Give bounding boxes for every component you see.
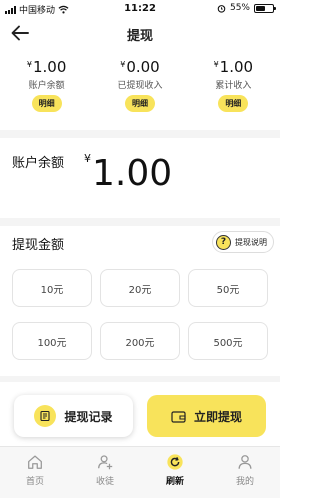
withdraw-amount-heading: 提现金额 — [12, 238, 65, 253]
stat-amount: 0.00 — [126, 58, 160, 76]
stat-total-income: ¥1.00 累计收入 明细 — [187, 55, 280, 112]
question-icon: ? — [216, 234, 231, 250]
battery-percent: 55% — [229, 3, 250, 13]
add-user-icon — [98, 455, 113, 470]
stat-label: 已提现收入 — [117, 81, 163, 91]
balance-section: 账户余额 ¥ 1.00 — [0, 140, 280, 220]
amount-option[interactable]: 50元 — [188, 269, 268, 307]
tab-label: 收徒 — [95, 477, 114, 487]
amount-option[interactable]: 10元 — [12, 269, 92, 307]
detail-button[interactable]: 明细 — [124, 95, 155, 112]
withdraw-now-button[interactable]: 立即提现 — [147, 395, 266, 437]
nav-bar: 提现 — [0, 18, 280, 48]
section-divider — [0, 218, 280, 226]
detail-button[interactable]: 明细 — [218, 95, 249, 112]
amount-option[interactable]: 20元 — [100, 269, 180, 307]
currency-symbol: ¥ — [213, 60, 219, 69]
tab-home[interactable]: 首页 — [0, 447, 70, 498]
stat-account-balance: ¥1.00 账户余额 明细 — [0, 55, 93, 112]
stat-value: ¥0.00 — [93, 55, 186, 76]
stats-row: ¥1.00 账户余额 明细 ¥0.00 已提现收入 明细 ¥1.00 累计收入 … — [0, 55, 280, 112]
action-buttons: 提现记录 立即提现 — [0, 393, 280, 443]
stat-amount: 1.00 — [219, 58, 254, 76]
stat-withdrawn-income: ¥0.00 已提现收入 明细 — [93, 55, 186, 112]
tab-recruit[interactable]: 收徒 — [70, 447, 140, 498]
tab-label: 刷新 — [165, 477, 184, 487]
withdraw-record-button[interactable]: 提现记录 — [14, 395, 133, 437]
withdraw-record-label: 提现记录 — [64, 409, 113, 424]
stat-label: 账户余额 — [28, 81, 65, 91]
balance-amount: 1.00 — [92, 153, 173, 194]
withdraw-help-button[interactable]: ? 提现说明 — [212, 231, 274, 253]
home-icon — [28, 455, 42, 469]
amount-option[interactable]: 500元 — [188, 322, 268, 360]
withdraw-help-label: 提现说明 — [235, 237, 267, 247]
amount-option[interactable]: 100元 — [12, 322, 92, 360]
withdraw-now-label: 立即提现 — [193, 409, 242, 424]
status-bar: 中国移动 11:22 55% — [0, 0, 280, 18]
wallet-icon — [171, 410, 186, 423]
profile-icon — [238, 455, 252, 469]
balance-currency: ¥ — [84, 152, 91, 165]
stat-label: 累计收入 — [215, 81, 252, 91]
alarm-icon — [217, 4, 226, 13]
detail-button[interactable]: 明细 — [31, 95, 62, 112]
refresh-icon — [167, 454, 183, 470]
balance-label: 账户余额 — [12, 156, 65, 171]
tab-label: 我的 — [235, 477, 254, 487]
stat-value: ¥1.00 — [187, 55, 280, 76]
currency-symbol: ¥ — [26, 60, 32, 69]
amount-option[interactable]: 200元 — [100, 322, 180, 360]
status-right: 55% — [217, 3, 276, 13]
battery-icon — [254, 3, 276, 13]
tab-label: 首页 — [25, 477, 44, 487]
tab-refresh[interactable]: 刷新 — [140, 447, 210, 498]
section-divider — [0, 130, 280, 138]
currency-symbol: ¥ — [120, 60, 126, 69]
page-title: 提现 — [126, 29, 153, 44]
tab-profile[interactable]: 我的 — [210, 447, 280, 498]
stat-value: ¥1.00 — [0, 55, 93, 76]
bottom-tab-bar: 首页 收徒 刷新 我的 — [0, 446, 280, 498]
stat-amount: 1.00 — [33, 58, 67, 76]
record-icon — [34, 405, 57, 427]
section-divider — [0, 376, 280, 382]
